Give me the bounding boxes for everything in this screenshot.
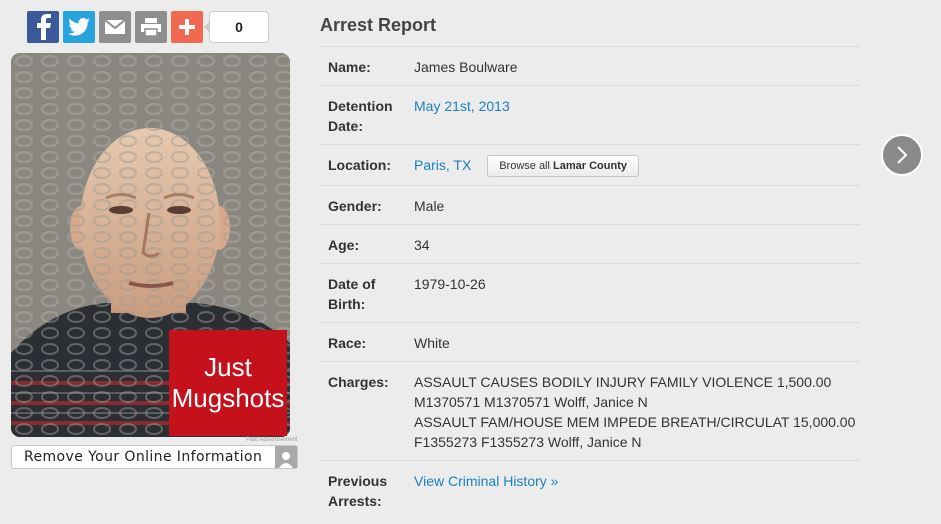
page-title: Arrest Report xyxy=(320,15,437,35)
report-row-age: Age: 34 xyxy=(320,224,860,263)
report-row-detention-date: Detention Date: May 21st, 2013 xyxy=(320,85,860,144)
report-row-charges: Charges: ASSAULT CAUSES BODILY INJURY FA… xyxy=(320,361,860,460)
row-label: Previous Arrests: xyxy=(328,473,388,510)
row-label: Location: xyxy=(328,157,391,173)
ad-banner[interactable]: Just Mugshots xyxy=(169,330,287,436)
browse-county-button[interactable]: Browse all Lamar County xyxy=(487,155,639,178)
row-label: Gender: xyxy=(328,198,382,215)
row-value: 34 xyxy=(414,237,430,254)
row-label: Date of Birth: xyxy=(328,276,376,313)
row-value: Male xyxy=(414,198,445,215)
remove-info-button[interactable]: Remove Your Online Information xyxy=(11,445,298,469)
detention-date-link[interactable]: May 21st, 2013 xyxy=(414,98,510,114)
email-icon[interactable] xyxy=(99,11,131,43)
report-row-location: Location: Paris, TX Browse all Lamar Cou… xyxy=(320,144,860,185)
row-value: James Boulware xyxy=(414,59,518,75)
row-label: Detention Date: xyxy=(328,98,393,134)
arrest-report-table: Name: James Boulware Detention Date: May… xyxy=(320,46,860,519)
next-arrow-button[interactable] xyxy=(881,134,923,176)
location-link[interactable]: Paris, TX xyxy=(414,157,471,173)
remove-info-label: Remove Your Online Information xyxy=(24,449,263,465)
charge-line: ASSAULT FAM/HOUSE MEM IMPEDE BREATH/CIRC… xyxy=(414,414,856,451)
charge-line: ASSAULT CAUSES BODILY INJURY FAMILY VIOL… xyxy=(414,374,832,411)
row-label: Charges: xyxy=(328,374,389,391)
print-icon[interactable] xyxy=(135,11,167,43)
user-icon xyxy=(275,446,297,468)
report-row-name: Name: James Boulware xyxy=(320,46,860,85)
twitter-icon[interactable] xyxy=(63,11,95,43)
row-value: White xyxy=(414,335,450,352)
share-count: 0 xyxy=(204,11,269,43)
report-row-race: Race: White xyxy=(320,322,860,361)
report-row-dob: Date of Birth: 1979-10-26 xyxy=(320,263,860,322)
facebook-icon[interactable] xyxy=(27,11,59,43)
plus-icon[interactable] xyxy=(171,11,203,43)
paid-advertisement-label: Paid Advertisement xyxy=(246,437,298,443)
ad-line-2: Mugshots xyxy=(171,383,285,413)
report-row-gender: Gender: Male xyxy=(320,185,860,224)
row-value: View Criminal History » xyxy=(414,471,860,511)
row-label: Race: xyxy=(328,335,367,352)
row-value: Paris, TX Browse all Lamar County xyxy=(414,155,860,178)
report-row-previous-arrests: Previous Arrests: View Criminal History … xyxy=(320,460,860,519)
row-label: Age: xyxy=(328,237,360,254)
share-bar: 0 xyxy=(27,11,269,43)
row-value: 1979-10-26 xyxy=(414,276,486,293)
chevron-right-icon xyxy=(897,146,908,164)
row-value: May 21st, 2013 xyxy=(414,96,860,136)
row-label: Name: xyxy=(328,59,371,75)
row-value: ASSAULT CAUSES BODILY INJURY FAMILY VIOL… xyxy=(414,372,860,452)
view-criminal-history-link[interactable]: View Criminal History » xyxy=(414,473,558,489)
ad-line-1: Just xyxy=(204,351,252,382)
